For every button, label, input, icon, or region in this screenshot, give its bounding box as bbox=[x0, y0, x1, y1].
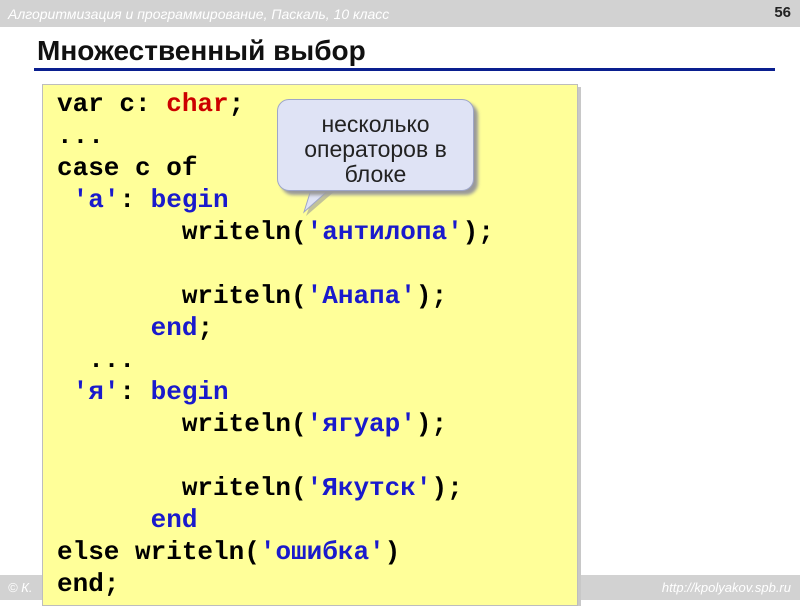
callout-bubble: несколько операторов в блоке bbox=[277, 99, 474, 191]
callout-text-line: операторов в bbox=[304, 136, 447, 162]
callout-text-line: блоке bbox=[344, 161, 407, 187]
callout-tail bbox=[302, 179, 343, 216]
callout-text-line: несколько bbox=[321, 111, 430, 137]
